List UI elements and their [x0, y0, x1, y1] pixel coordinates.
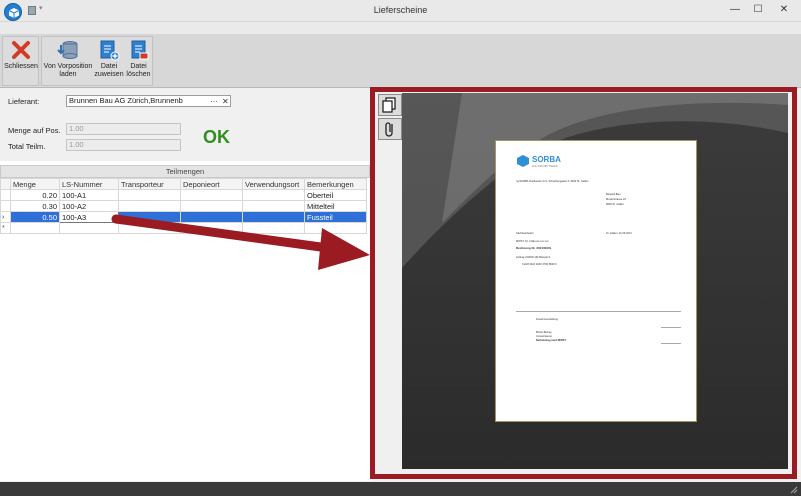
col-verwendungsort[interactable]: Verwendungsort	[242, 178, 305, 190]
status-ok-text: OK	[203, 127, 230, 147]
minimize-button[interactable]: —	[727, 3, 743, 17]
maximize-button[interactable]: ☐	[750, 3, 766, 17]
cell-bemerkungen[interactable]: Fussteil	[304, 211, 367, 223]
row-indicator-header	[0, 178, 11, 190]
cell-menge[interactable]: 0.30	[10, 200, 60, 212]
col-deponieort[interactable]: Deponieort	[180, 178, 243, 190]
col-menge[interactable]: Menge	[10, 178, 60, 190]
ribbon-group-files: Von Vorposition laden Datei zuweisen Dat…	[41, 36, 153, 86]
file-delete-icon	[125, 39, 152, 61]
cell-bemerkungen[interactable]: Oberteil	[304, 189, 367, 201]
title-bar: ▾ Lieferscheine — ☐ ✕	[0, 0, 801, 22]
database-load-icon	[43, 39, 93, 61]
grid-header-row: Menge LS-Nummer Transporteur Deponieort …	[0, 178, 367, 190]
file-add-icon	[94, 39, 124, 61]
cell-transporteur[interactable]	[118, 189, 181, 201]
cell-transporteur[interactable]	[118, 200, 181, 212]
row-indicator[interactable]	[0, 189, 11, 201]
row-indicator-selected[interactable]: ›	[0, 211, 11, 223]
cell-bemerkungen[interactable]: Mittelteil	[304, 200, 367, 212]
cell-deponieort[interactable]	[180, 200, 243, 212]
col-ls-nummer[interactable]: LS-Nummer	[59, 178, 119, 190]
datei-loeschen-button[interactable]: Datei löschen	[125, 39, 152, 79]
cell-verwendungsort[interactable]	[242, 211, 305, 223]
status-bar	[0, 482, 801, 496]
cell-deponieort[interactable]	[180, 211, 243, 223]
schliessen-button[interactable]: Schliessen	[4, 39, 38, 71]
close-window-button[interactable]: ✕	[776, 3, 792, 17]
cell-transporteur[interactable]	[118, 211, 181, 223]
cell-verwendungsort[interactable]	[242, 200, 305, 212]
lieferant-value: Brunnen Bau AG Zürich,Brunnenb	[69, 96, 183, 105]
new-cell[interactable]	[59, 222, 119, 234]
new-row[interactable]: *	[0, 222, 367, 234]
left-panel: Lieferant: Brunnen Bau AG Zürich,Brunnen…	[0, 89, 372, 481]
cell-ls-nummer[interactable]: 100-A1	[59, 189, 119, 201]
col-bemerkungen[interactable]: Bemerkungen	[304, 178, 367, 190]
new-cell[interactable]	[242, 222, 305, 234]
datei-zuweisen-button[interactable]: Datei zuweisen	[94, 39, 124, 79]
datei-zuweisen-label-2: zuweisen	[94, 71, 124, 78]
total-teilm-label: Total Teilm.	[8, 142, 46, 151]
close-x-icon	[4, 39, 38, 61]
new-cell[interactable]	[118, 222, 181, 234]
total-teilm-field: 1.00	[66, 139, 181, 151]
header-form: Lieferant: Brunnen Bau AG Zürich,Brunnen…	[0, 89, 372, 161]
new-row-indicator[interactable]: *	[0, 222, 11, 234]
highlight-frame	[370, 87, 797, 479]
cell-menge[interactable]: 0.50	[10, 211, 60, 223]
datei-loeschen-label-2: löschen	[126, 71, 151, 78]
table-row-selected[interactable]: › 0.50 100-A3 Fussteil	[0, 211, 367, 223]
von-vorposition-label-2: laden	[59, 71, 77, 78]
ribbon: Schliessen Von Vorposition laden Datei z…	[0, 34, 801, 88]
datei-loeschen-label-1: Datei	[130, 63, 147, 70]
teilmengen-grid: Menge LS-Nummer Transporteur Deponieort …	[0, 178, 367, 234]
menge-auf-pos-field: 1.00	[66, 123, 181, 135]
menge-auf-pos-label: Menge auf Pos.	[8, 126, 61, 135]
window-title: Lieferscheine	[373, 5, 428, 15]
ribbon-group-close: Schliessen	[2, 36, 39, 86]
cell-ls-nummer-editing[interactable]: 100-A3	[59, 211, 119, 223]
schliessen-label: Schliessen	[4, 63, 38, 70]
von-vorposition-label-1: Von Vorposition	[43, 63, 93, 70]
table-row[interactable]: 0.20 100-A1 Oberteil	[0, 189, 367, 201]
cell-verwendungsort[interactable]	[242, 189, 305, 201]
cell-ls-nummer[interactable]: 100-A2	[59, 200, 119, 212]
von-vorposition-laden-button[interactable]: Von Vorposition laden	[43, 39, 93, 79]
new-cell[interactable]	[180, 222, 243, 234]
table-row[interactable]: 0.30 100-A2 Mittelteil	[0, 200, 367, 212]
new-cell[interactable]	[10, 222, 60, 234]
datei-zuweisen-label-1: Datei	[100, 63, 118, 70]
new-cell[interactable]	[304, 222, 367, 234]
cell-deponieort[interactable]	[180, 189, 243, 201]
teilmengen-header: Teilmengen	[0, 165, 370, 178]
cell-menge[interactable]: 0.20	[10, 189, 60, 201]
resize-grip-icon[interactable]	[788, 484, 798, 494]
lieferant-more-button[interactable]: ···	[210, 97, 218, 106]
row-indicator[interactable]	[0, 200, 11, 212]
lieferant-clear-button[interactable]: ✕	[222, 97, 229, 106]
lieferant-label: Lieferant:	[8, 97, 40, 106]
col-transporteur[interactable]: Transporteur	[118, 178, 181, 190]
ribbon-tab-strip	[0, 22, 801, 34]
lieferant-field[interactable]: Brunnen Bau AG Zürich,Brunnenb ··· ✕	[66, 95, 231, 107]
